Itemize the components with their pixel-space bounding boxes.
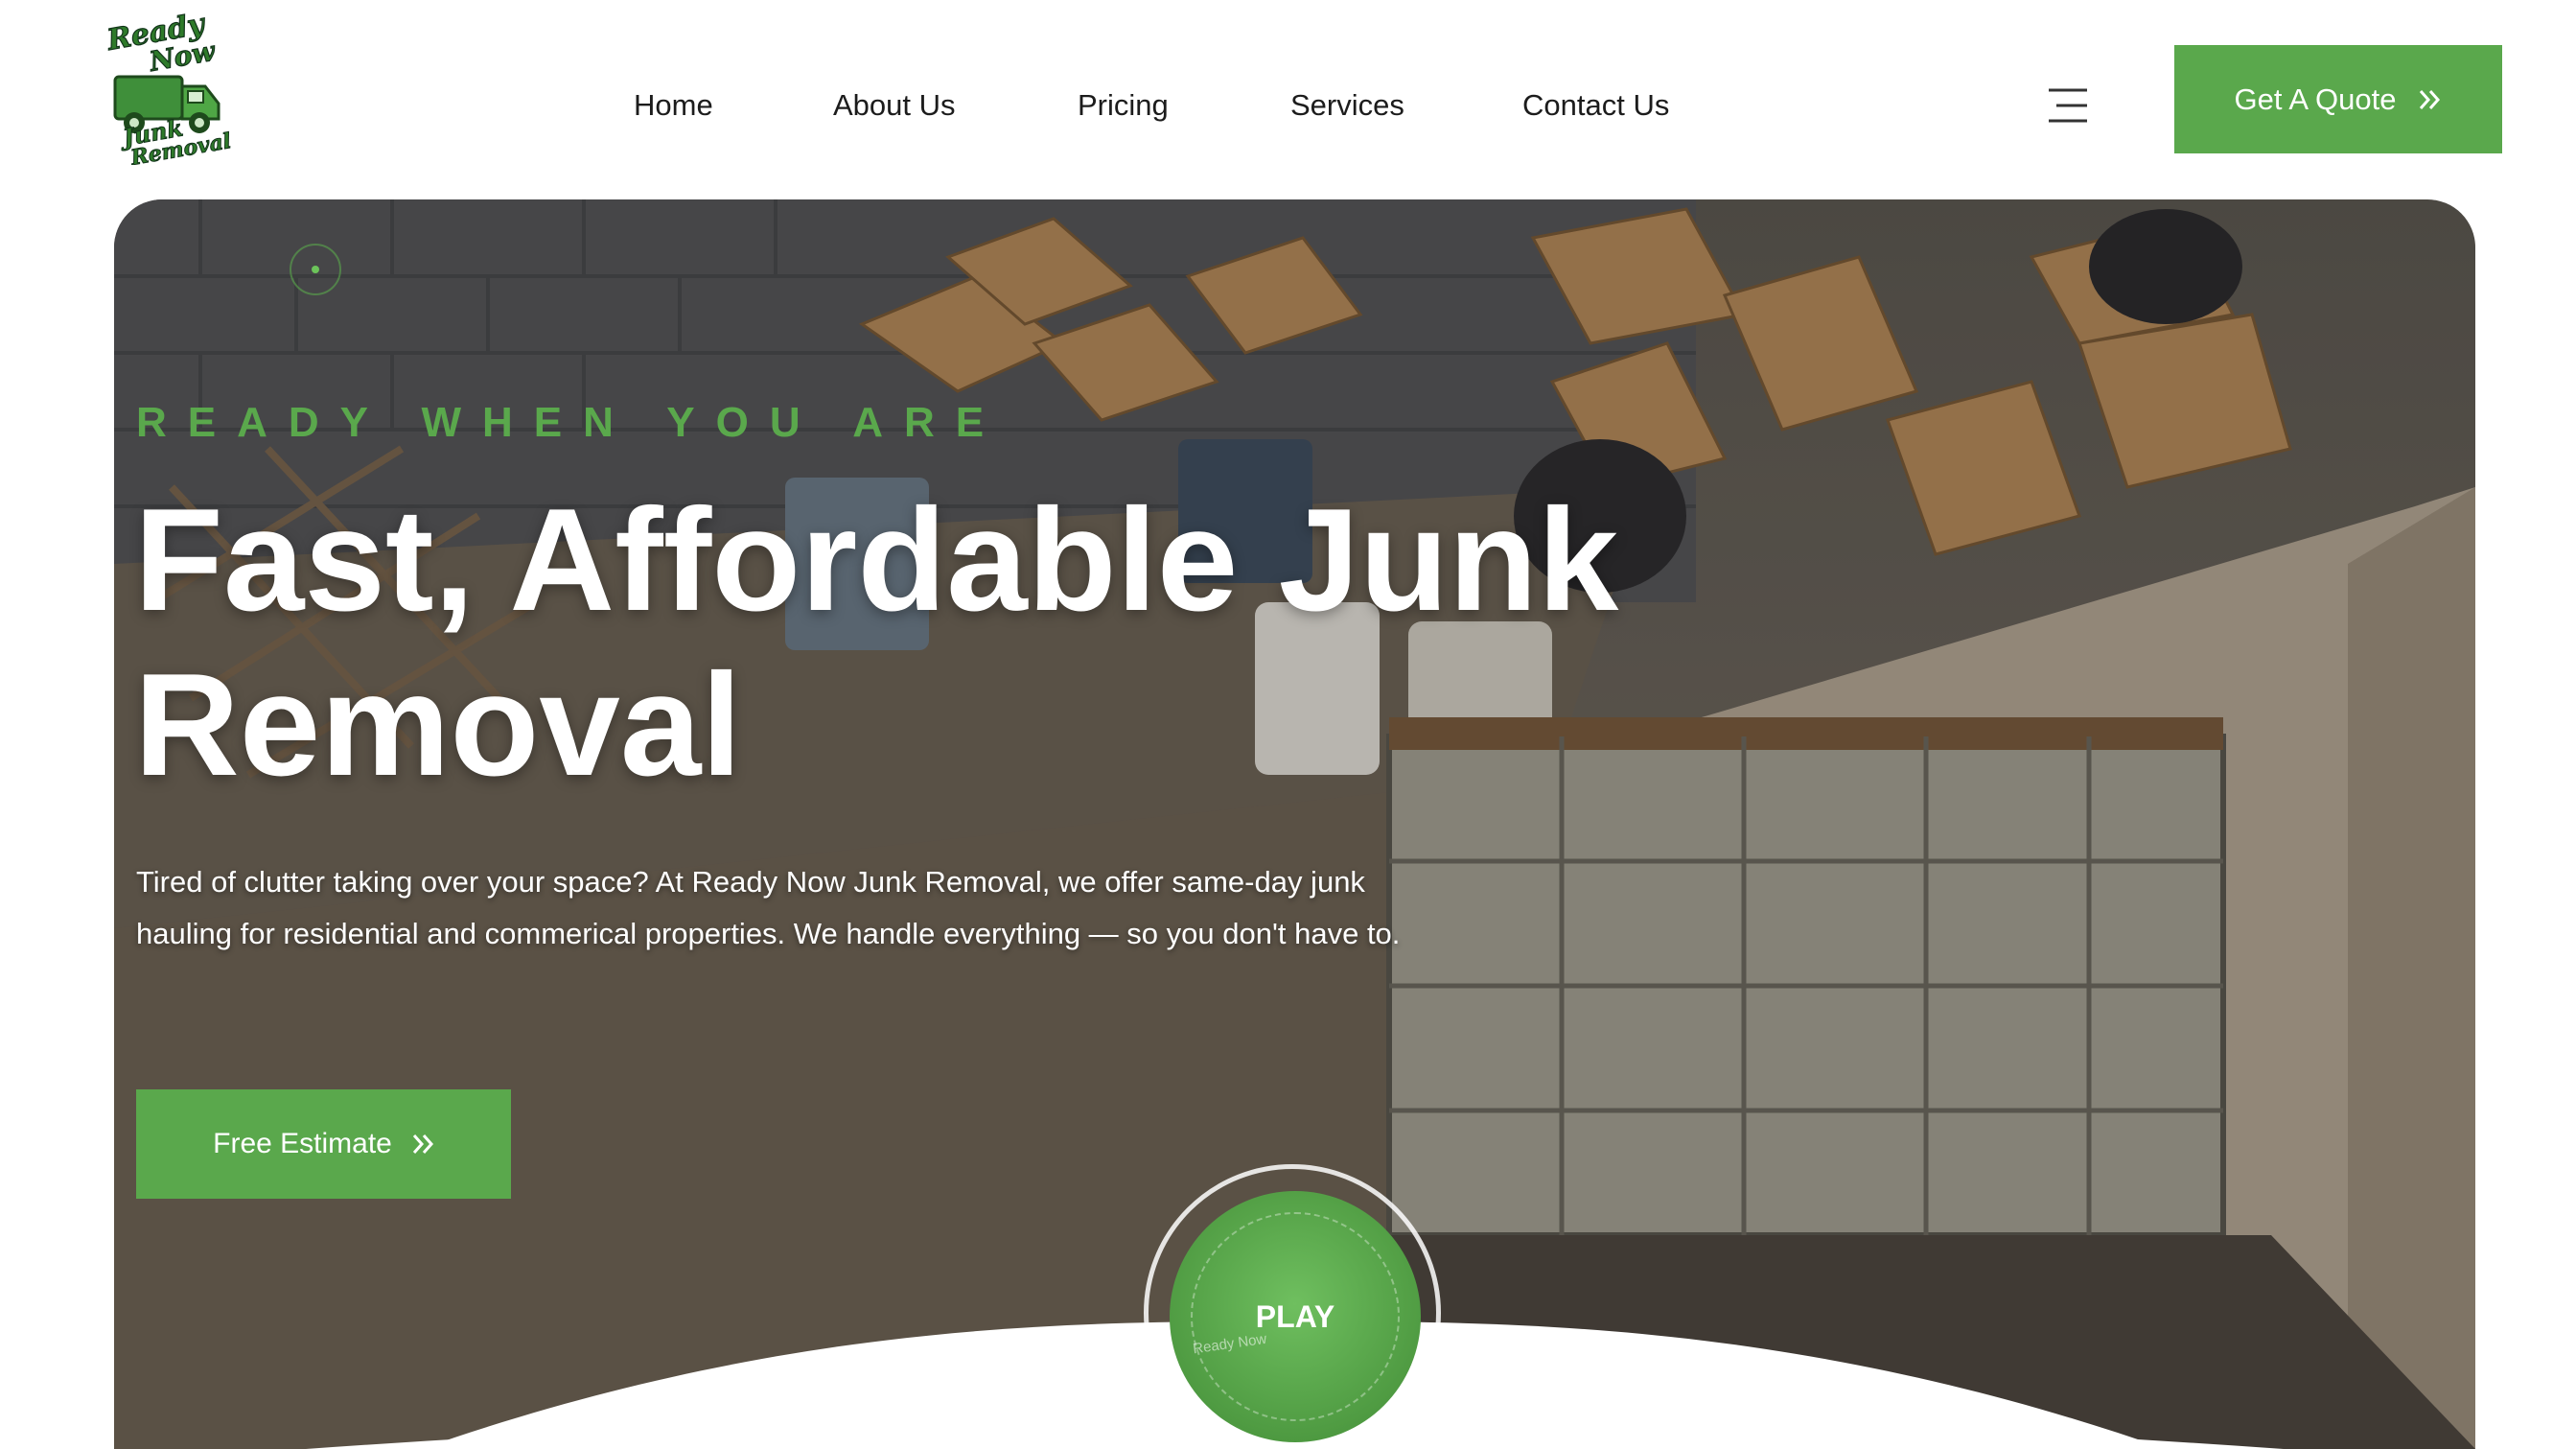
play-label: PLAY <box>1255 1298 1335 1334</box>
hero-headline-line1: Fast, Affordable Junk <box>134 479 1619 642</box>
hero-section: READY WHEN YOU ARE Fast, Affordable Junk… <box>114 199 2475 1449</box>
nav-item-contact-us[interactable]: Contact Us <box>1522 77 1669 134</box>
nav-item-about-us[interactable]: About Us <box>833 77 956 134</box>
free-estimate-button[interactable]: Free Estimate <box>136 1089 511 1199</box>
play-video-button[interactable]: PLAY <box>1170 1191 1421 1442</box>
hero-eyebrow: READY WHEN YOU ARE <box>136 399 1006 446</box>
nav-item-home[interactable]: Home <box>634 77 713 134</box>
get-a-quote-label: Get A Quote <box>2234 82 2397 116</box>
decorative-dot-icon <box>290 244 341 295</box>
nav-item-services[interactable]: Services <box>1290 77 1404 134</box>
double-chevron-right-icon <box>412 1134 433 1154</box>
get-a-quote-button[interactable]: Get A Quote <box>2174 45 2502 153</box>
hero-headline-line2: Removal <box>134 643 742 806</box>
double-chevron-right-icon <box>2420 89 2441 109</box>
hamburger-menu-icon[interactable] <box>2047 84 2089 127</box>
nav-item-pricing[interactable]: Pricing <box>1078 77 1169 134</box>
hero-headline: Fast, Affordable Junk Removal <box>134 478 1668 807</box>
free-estimate-label: Free Estimate <box>213 1128 392 1159</box>
hero-description: Tired of clutter taking over your space?… <box>136 865 1401 950</box>
